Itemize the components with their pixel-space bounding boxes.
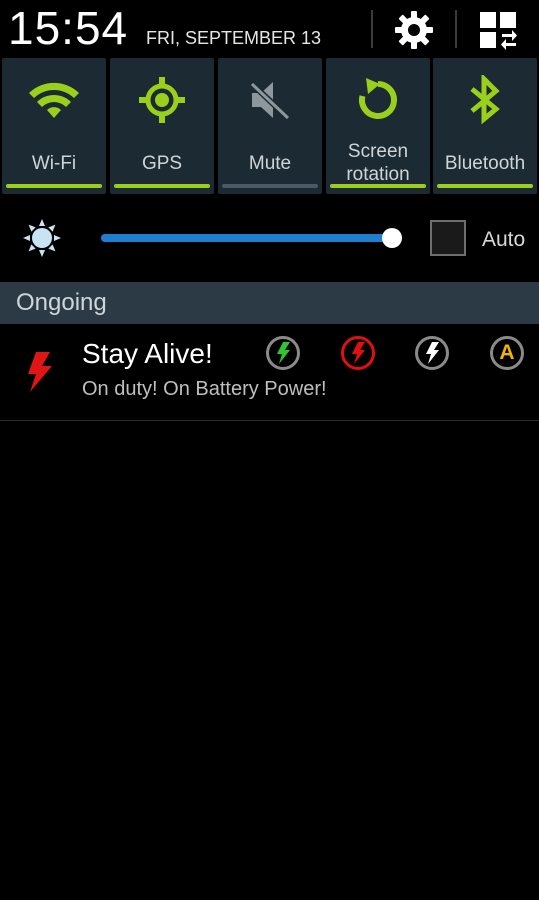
gps-state-bar (114, 184, 210, 188)
mute-label: Mute (248, 152, 292, 174)
screen-rotation-toggle[interactable]: Screen rotation (326, 58, 430, 194)
bolt-white-icon (426, 342, 439, 364)
notification-divider (0, 420, 539, 421)
action-auto-button[interactable]: A (490, 336, 524, 370)
brightness-slider-fill (101, 234, 392, 242)
auto-icon: A (499, 341, 515, 364)
quick-settings-panel: Wi-Fi GPS Mute Screen rotation Bluetooth (0, 58, 539, 196)
auto-brightness-checkbox[interactable] (430, 220, 466, 256)
bluetooth-state-bar (437, 184, 533, 188)
wifi-state-bar (6, 184, 102, 188)
mute-state-bar (222, 184, 318, 188)
auto-brightness-label: Auto (482, 228, 526, 251)
bolt-red-icon (352, 342, 365, 364)
brightness-icon (23, 219, 61, 257)
stay-alive-notification[interactable]: Stay Alive! On duty! On Battery Power! A (0, 324, 539, 420)
brightness-slider-thumb[interactable] (382, 228, 402, 248)
ongoing-label: Ongoing (16, 289, 107, 316)
screen-rotation-state-bar (330, 184, 426, 188)
mute-icon (247, 79, 291, 121)
bluetooth-toggle[interactable]: Bluetooth (433, 58, 537, 194)
brightness-row: Auto (0, 196, 539, 282)
rotation-icon (359, 78, 397, 119)
status-header: 15:54 FRI, SEPTEMBER 13 (0, 0, 539, 58)
action-white-bolt-button[interactable] (415, 336, 449, 370)
action-red-bolt-button[interactable] (341, 336, 375, 370)
gear-icon (395, 11, 433, 49)
mute-toggle[interactable]: Mute (218, 58, 322, 194)
header-divider (371, 10, 373, 48)
header-divider (455, 10, 457, 48)
wifi-icon (29, 82, 79, 118)
wifi-label: Wi-Fi (31, 152, 77, 174)
app-bolt-icon (28, 352, 52, 392)
bolt-green-icon (277, 342, 290, 364)
wifi-toggle[interactable]: Wi-Fi (2, 58, 106, 194)
notification-title: Stay Alive! (82, 338, 213, 369)
multiwindow-button[interactable] (476, 8, 520, 52)
grid-icon (480, 12, 517, 50)
clock-time: 15:54 (8, 2, 129, 54)
notification-text: On duty! On Battery Power! (82, 378, 327, 400)
gps-label: GPS (141, 152, 183, 174)
bluetooth-icon (470, 75, 500, 125)
screen-rotation-label: Screen rotation (346, 141, 410, 185)
settings-button[interactable] (392, 8, 436, 52)
gps-toggle[interactable]: GPS (110, 58, 214, 194)
date-label: FRI, SEPTEMBER 13 (146, 28, 322, 48)
brightness-slider[interactable] (101, 234, 401, 242)
bluetooth-label: Bluetooth (444, 152, 526, 174)
action-green-bolt-button[interactable] (266, 336, 300, 370)
gps-icon (139, 77, 185, 123)
ongoing-section-header: Ongoing (0, 282, 539, 324)
